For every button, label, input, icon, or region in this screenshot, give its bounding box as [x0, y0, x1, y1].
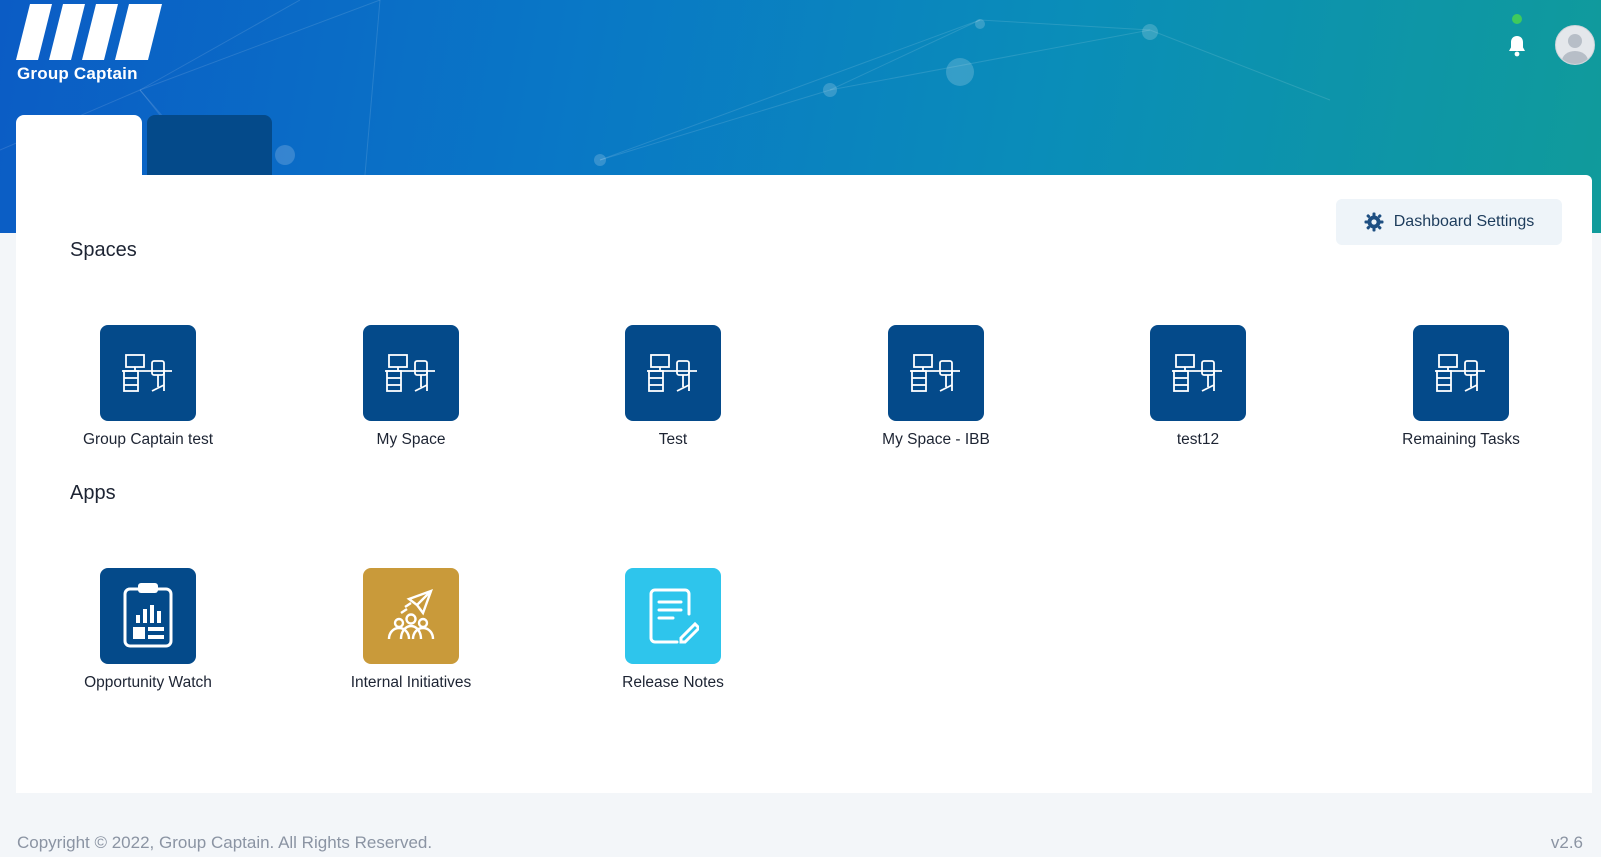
- team-launch-icon: [363, 568, 459, 664]
- app-label: Internal Initiatives: [350, 674, 472, 691]
- app-label: Opportunity Watch: [84, 674, 212, 691]
- desk-workstation-icon: [1413, 325, 1509, 421]
- dashboard-settings-button[interactable]: Dashboard Settings: [1336, 199, 1562, 245]
- app-tile-internal-initiatives[interactable]: Internal Initiatives: [301, 568, 521, 692]
- space-label: My Space: [376, 431, 446, 448]
- tab-secondary[interactable]: [147, 115, 272, 175]
- dashboard-card: Dashboard Settings Spaces Group Captain …: [16, 175, 1592, 793]
- desk-workstation-icon: [888, 325, 984, 421]
- space-tile-test[interactable]: Test: [563, 325, 783, 449]
- version-text: v2.6: [1550, 833, 1583, 852]
- desk-workstation-icon: [625, 325, 721, 421]
- user-avatar-icon[interactable]: [1555, 25, 1595, 65]
- space-tile-remaining-tasks[interactable]: Remaining Tasks: [1351, 325, 1571, 449]
- status-indicator: [1512, 14, 1522, 24]
- space-label: test12: [1176, 431, 1220, 448]
- space-tile-test12[interactable]: test12: [1088, 325, 1308, 449]
- apps-heading: Apps: [70, 482, 116, 504]
- clipboard-chart-icon: [100, 568, 196, 664]
- app-label: Release Notes: [622, 674, 724, 691]
- brand-name: Group Captain: [17, 64, 138, 83]
- dashboard-settings-label: Dashboard Settings: [1393, 213, 1535, 230]
- space-tile-group-captain-test[interactable]: Group Captain test: [38, 325, 258, 449]
- document-edit-icon: [625, 568, 721, 664]
- app-tile-opportunity-watch[interactable]: Opportunity Watch: [38, 568, 258, 692]
- desk-workstation-icon: [1150, 325, 1246, 421]
- desk-workstation-icon: [100, 325, 196, 421]
- spaces-heading: Spaces: [70, 239, 137, 261]
- bell-icon[interactable]: [1506, 34, 1528, 58]
- space-tile-my-space-ibb[interactable]: My Space - IBB: [826, 325, 1046, 449]
- desk-workstation-icon: [363, 325, 459, 421]
- space-label: My Space - IBB: [882, 431, 990, 448]
- copyright-text: Copyright © 2022, Group Captain. All Rig…: [17, 833, 433, 852]
- gear-icon: [1364, 212, 1384, 232]
- space-label: Group Captain test: [82, 431, 214, 448]
- app-tile-release-notes[interactable]: Release Notes: [563, 568, 783, 692]
- space-label: Remaining Tasks: [1402, 431, 1520, 448]
- space-label: Test: [658, 431, 688, 448]
- space-tile-my-space[interactable]: My Space: [301, 325, 521, 449]
- tab-home[interactable]: [16, 115, 142, 175]
